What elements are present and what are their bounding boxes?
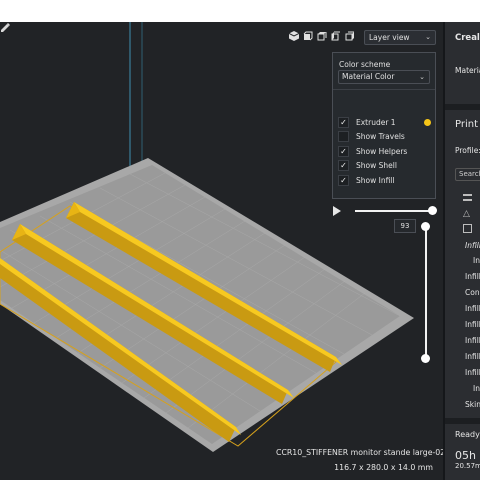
setting-row[interactable]: In <box>473 384 480 393</box>
divider <box>445 418 480 424</box>
print-settings-title: Print S <box>455 119 480 130</box>
print-settings-panel: Creali Materia Print S Profile: Search △… <box>445 22 480 480</box>
setting-row[interactable]: Infill <box>465 320 480 329</box>
ready-label: Ready t <box>455 430 480 439</box>
setting-row[interactable]: Infill <box>465 241 480 250</box>
setting-row[interactable]: Conn <box>465 288 480 297</box>
filament-length: 20.57m <box>455 462 480 470</box>
cura-app-window: Layer view ⌄ Color scheme Material Color… <box>0 22 480 480</box>
setting-row[interactable]: Infill <box>465 352 480 361</box>
setting-row[interactable]: In <box>473 256 480 265</box>
setting-row[interactable]: Infill <box>465 304 480 313</box>
profile-label: Profile: <box>455 146 480 155</box>
3d-view-icon[interactable] <box>289 31 299 41</box>
material-label: Materia <box>455 66 480 75</box>
divider <box>445 104 480 110</box>
setting-row[interactable]: Infill <box>465 336 480 345</box>
material-flask-icon: △ <box>463 209 470 219</box>
object-dimensions: 116.7 x 280.0 x 14.0 mm <box>334 463 433 472</box>
printer-name[interactable]: Creali <box>455 33 480 43</box>
setting-row[interactable]: Skin <box>465 400 480 409</box>
setting-row[interactable]: Infill <box>465 272 480 281</box>
edit-pencil-icon[interactable] <box>0 22 11 33</box>
print-time: 05h 1 <box>455 449 480 462</box>
3d-viewport[interactable]: Layer view ⌄ Color scheme Material Color… <box>0 22 443 480</box>
quality-icon <box>463 194 472 201</box>
setting-row[interactable]: Infill <box>465 368 480 377</box>
settings-search-input[interactable]: Search <box>455 168 480 181</box>
infill-icon <box>463 224 472 233</box>
